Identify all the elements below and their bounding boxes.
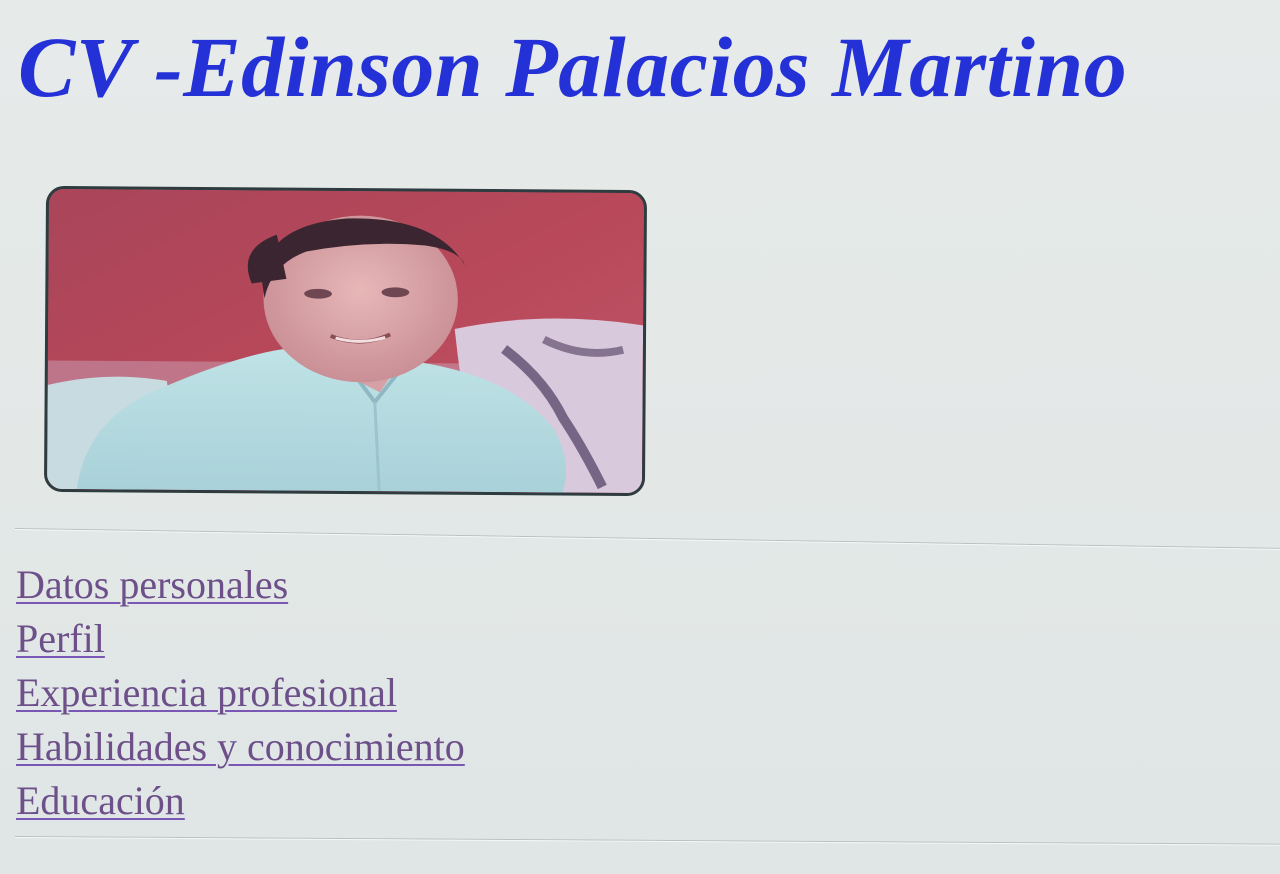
- datos-personales-link[interactable]: Datos personales: [16, 562, 288, 607]
- divider-bottom: [14, 836, 1280, 846]
- educacion-link[interactable]: Educación: [16, 778, 185, 823]
- nav-item-educacion: Educación: [16, 774, 465, 828]
- habilidades-link[interactable]: Habilidades y conocimiento: [16, 724, 465, 769]
- section-nav: Datos personales Perfil Experiencia prof…: [16, 558, 465, 828]
- nav-item-habilidades: Habilidades y conocimiento: [16, 720, 465, 774]
- perfil-link[interactable]: Perfil: [16, 616, 105, 661]
- nav-item-perfil: Perfil: [16, 612, 465, 666]
- profile-photo: [43, 185, 648, 497]
- experiencia-profesional-link[interactable]: Experiencia profesional: [16, 670, 397, 715]
- divider-top: [14, 528, 1280, 550]
- nav-item-datos-personales: Datos personales: [16, 558, 465, 612]
- page-title: CV -Edinson Palacios Martino: [18, 19, 1128, 115]
- profile-photo-image: [46, 188, 645, 494]
- nav-item-experiencia: Experiencia profesional: [16, 666, 465, 720]
